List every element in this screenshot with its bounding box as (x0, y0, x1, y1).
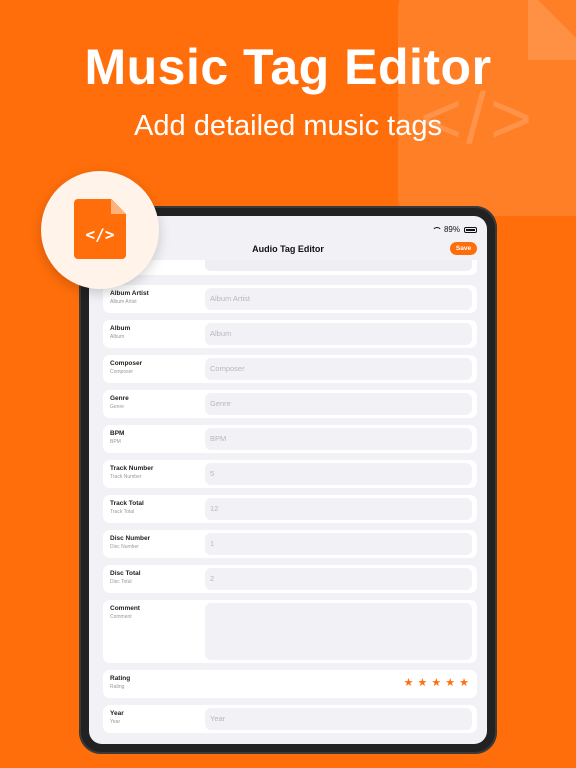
track-total-sublabel: Track Total (110, 509, 135, 515)
year-sublabel: Year (110, 719, 121, 725)
bpm-sublabel: BPM (110, 439, 121, 445)
code-glyph: </> (85, 225, 115, 244)
composer-sublabel: Composer (110, 369, 134, 375)
genre-row: Genre Genre Genre (103, 390, 477, 418)
app-screen: 89% Audio Tag Editor Save Album Artist Al… (89, 216, 487, 744)
disc-total-input[interactable]: 2 (205, 568, 472, 590)
bpm-label: BPM (110, 430, 125, 437)
disc-number-sublabel: Disc Number (110, 544, 139, 550)
battery-percent: 89% (443, 225, 460, 234)
album-artist-row: Album Artist Album Artist Album Artist (103, 285, 477, 313)
comment-row: Comment Comment (103, 600, 477, 663)
track-number-input[interactable]: 5 (205, 463, 472, 485)
star-icon[interactable]: ★ (459, 677, 469, 690)
clipped-field-row (103, 260, 477, 275)
field-rows: Album Artist Album Artist Album Artist Albu… (103, 285, 477, 593)
battery-icon (464, 226, 477, 233)
star-icon[interactable]: ★ (418, 677, 428, 690)
track-total-input[interactable]: 12 (205, 498, 472, 520)
album-artist-sublabel: Album Artist (110, 299, 137, 305)
year-input[interactable]: Year (205, 708, 472, 730)
track-number-label: Track Number (110, 465, 154, 472)
album-artist-input[interactable]: Album Artist (205, 288, 472, 310)
rating-label: Rating (110, 675, 131, 682)
disc-total-label: Disc Total (110, 570, 141, 577)
album-sublabel: Album (110, 334, 125, 340)
star-icon[interactable]: ★ (431, 677, 441, 690)
comment-sublabel: Comment (110, 614, 132, 620)
track-number-row: Track Number Track Number 5 (103, 460, 477, 488)
composer-row: Composer Composer Composer (103, 355, 477, 383)
hero-title: Music Tag Editor (84, 39, 492, 95)
track-number-sublabel: Track Number (110, 474, 142, 480)
star-icon[interactable]: ★ (445, 677, 455, 690)
tag-field-list[interactable]: Album Artist Album Artist Album Artist Albu… (103, 260, 477, 740)
composer-input[interactable]: Composer (205, 358, 472, 380)
file-fold (111, 199, 126, 214)
album-row: Album Album Album (103, 320, 477, 348)
status-bar: 89% (431, 225, 477, 234)
genre-sublabel: Genre (110, 404, 124, 410)
background-file-code-icon: </> (398, 0, 576, 216)
composer-label: Composer (110, 360, 143, 367)
rating-sublabel: Rating (110, 684, 125, 690)
album-artist-label: Album Artist (110, 290, 149, 297)
album-input[interactable]: Album (205, 323, 472, 345)
wifi-icon (431, 226, 442, 233)
clipped-field-input[interactable] (205, 260, 472, 271)
save-button[interactable]: Save (450, 242, 477, 255)
rating-stars[interactable]: ★ ★ ★ ★ ★ (404, 677, 469, 690)
year-label: Year (110, 710, 124, 717)
album-label: Album (110, 325, 131, 332)
bpm-input[interactable]: BPM (205, 428, 472, 450)
rating-row: Rating Rating ★ ★ ★ ★ ★ (103, 670, 477, 698)
star-icon[interactable]: ★ (404, 677, 414, 690)
year-row: Year Year Year (103, 705, 477, 733)
track-total-row: Track Total Track Total 12 (103, 495, 477, 523)
app-badge: </> (41, 171, 159, 289)
comment-label: Comment (110, 605, 140, 612)
disc-total-sublabel: Disc Total (110, 579, 132, 585)
genre-input[interactable]: Genre (205, 393, 472, 415)
hero-subtitle: Add detailed music tags (134, 110, 442, 142)
disc-total-row: Disc Total Disc Total 2 (103, 565, 477, 593)
comment-textarea[interactable] (205, 603, 472, 660)
tablet-device-frame: 89% Audio Tag Editor Save Album Artist Al… (79, 206, 497, 754)
genre-label: Genre (110, 395, 129, 402)
disc-number-input[interactable]: 1 (205, 533, 472, 555)
bpm-row: BPM BPM BPM (103, 425, 477, 453)
disc-number-label: Disc Number (110, 535, 151, 542)
track-total-label: Track Total (110, 500, 144, 507)
disc-number-row: Disc Number Disc Number 1 (103, 530, 477, 558)
